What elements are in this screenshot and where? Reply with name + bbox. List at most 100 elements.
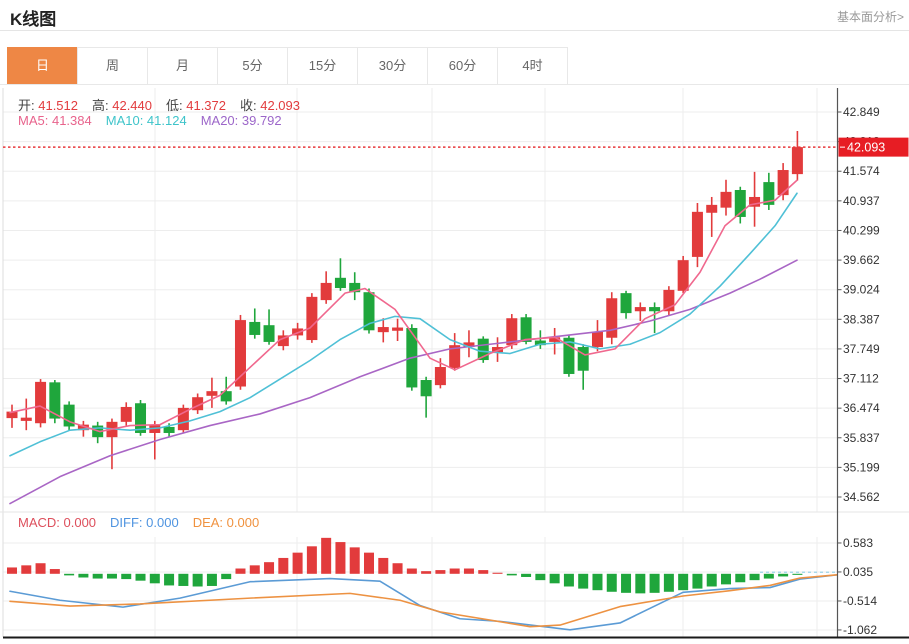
ma-item: MA20: 39.792 (201, 113, 282, 128)
ma-item: MA10: 41.124 (106, 113, 187, 128)
ohlc-legend: 开: 41.512高: 42.440低: 41.372收: 42.093 (18, 95, 314, 114)
macd-bar (121, 574, 131, 579)
fundamental-analysis-link[interactable]: 基本面分析> (837, 8, 904, 25)
macd-bar (64, 574, 74, 576)
macd-tick-label: -1.062 (843, 623, 877, 637)
candle (35, 382, 46, 423)
macd-item: DIFF: 0.000 (110, 515, 179, 530)
tab-5分[interactable]: 5分 (217, 47, 288, 85)
tabbar-underline (0, 84, 909, 85)
macd-bar (36, 563, 46, 574)
macd-bar (321, 538, 331, 574)
macd-bar (564, 574, 574, 587)
macd-bar (407, 569, 417, 574)
macd-bar (578, 574, 588, 589)
tab-日[interactable]: 日 (7, 47, 78, 85)
price-tick-label: 35.837 (843, 431, 880, 445)
macd-bar (735, 574, 745, 582)
macd-bar (550, 574, 560, 584)
price-tick-label: 42.849 (843, 105, 880, 119)
candle (649, 307, 660, 311)
candle (321, 283, 332, 300)
candle (692, 212, 703, 257)
macd-bar (235, 569, 245, 574)
tab-15分[interactable]: 15分 (287, 47, 358, 85)
macd-item: DEA: 0.000 (193, 515, 260, 530)
candle (264, 325, 275, 342)
macd-bar (750, 574, 760, 580)
macd-tick-label: 0.583 (843, 536, 873, 550)
price-tick-label: 41.574 (843, 164, 880, 178)
ma5-line (10, 180, 797, 431)
macd-item: MACD: 0.000 (18, 515, 96, 530)
period-tabbar: 日周月5分15分30分60分4时 (8, 47, 568, 85)
price-tick-label: 40.937 (843, 194, 880, 208)
tab-月[interactable]: 月 (147, 47, 218, 85)
candle (378, 327, 389, 332)
macd-bar (93, 574, 103, 579)
macd-bar (378, 558, 388, 574)
macd-bar (421, 571, 431, 574)
macd-bar (221, 574, 231, 579)
tab-30分[interactable]: 30分 (357, 47, 428, 85)
candle (392, 328, 403, 331)
candle (435, 367, 446, 385)
price-tick-label: 39.024 (843, 283, 880, 297)
macd-bar (521, 574, 531, 577)
ohlc-item: 收: 42.093 (240, 98, 300, 113)
candle (778, 170, 789, 195)
candle (578, 347, 589, 371)
candle (206, 391, 217, 396)
macd-bar (493, 573, 503, 574)
macd-legend: MACD: 0.000 DIFF: 0.000 DEA: 0.000 (18, 515, 273, 530)
kline-widget: 42.84942.21241.57440.93740.29939.66239.0… (0, 0, 909, 644)
tab-60分[interactable]: 60分 (427, 47, 498, 85)
macd-bar (464, 569, 474, 574)
macd-bar (178, 574, 188, 586)
candle (606, 298, 617, 337)
macd-bar (164, 574, 174, 586)
candle (335, 278, 346, 288)
macd-bar (250, 565, 260, 573)
candle (721, 192, 732, 208)
macd-tick-label: -0.514 (843, 594, 877, 608)
tab-4时[interactable]: 4时 (497, 47, 568, 85)
price-tick-label: 39.662 (843, 253, 880, 267)
macd-tick-label: 0.035 (843, 565, 873, 579)
candle (249, 322, 260, 335)
candle (635, 307, 646, 311)
price-tick-label: 34.562 (843, 490, 880, 504)
candle (421, 380, 432, 396)
page-title: K线图 (10, 5, 56, 30)
candle (121, 407, 132, 422)
candle (678, 260, 689, 291)
price-tick-label: 37.749 (843, 342, 880, 356)
macd-bar (136, 574, 146, 581)
macd-bar (507, 574, 517, 576)
candle (21, 418, 32, 421)
ma-item: MA5: 41.384 (18, 113, 92, 128)
macd-bar (592, 574, 602, 590)
macd-bar (450, 569, 460, 574)
macd-bar (707, 574, 717, 587)
macd-bar (350, 547, 360, 573)
macd-bar (207, 574, 217, 586)
macd-bar (607, 574, 617, 592)
macd-bar (435, 570, 445, 574)
macd-bar (50, 569, 60, 574)
macd-bar (764, 574, 774, 579)
macd-bar (535, 574, 545, 580)
candle (792, 147, 803, 174)
tab-周[interactable]: 周 (77, 47, 148, 85)
macd-bar (635, 574, 645, 594)
price-tick-label: 40.299 (843, 223, 880, 237)
candle (521, 317, 532, 342)
macd-bar (650, 574, 660, 593)
macd-bar (678, 574, 688, 590)
candle (706, 205, 717, 213)
macd-bar (193, 574, 203, 587)
macd-bar (7, 567, 17, 573)
price-tick-label: 35.199 (843, 460, 880, 474)
macd-bar (721, 574, 731, 585)
macd-bar (264, 562, 274, 574)
